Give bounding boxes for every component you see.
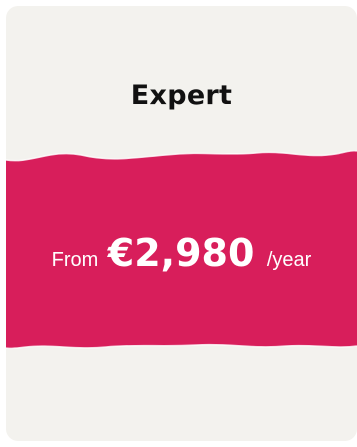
plan-title: Expert	[130, 80, 233, 111]
price-banner: From €2,980 /year	[6, 146, 357, 361]
price-period: /year	[266, 249, 312, 271]
price-line: From €2,980 /year	[6, 231, 357, 275]
price-amount: €2,980	[107, 231, 255, 275]
pricing-card: Expert From €2,980 /year	[6, 6, 357, 441]
price-prefix: From	[51, 249, 99, 271]
